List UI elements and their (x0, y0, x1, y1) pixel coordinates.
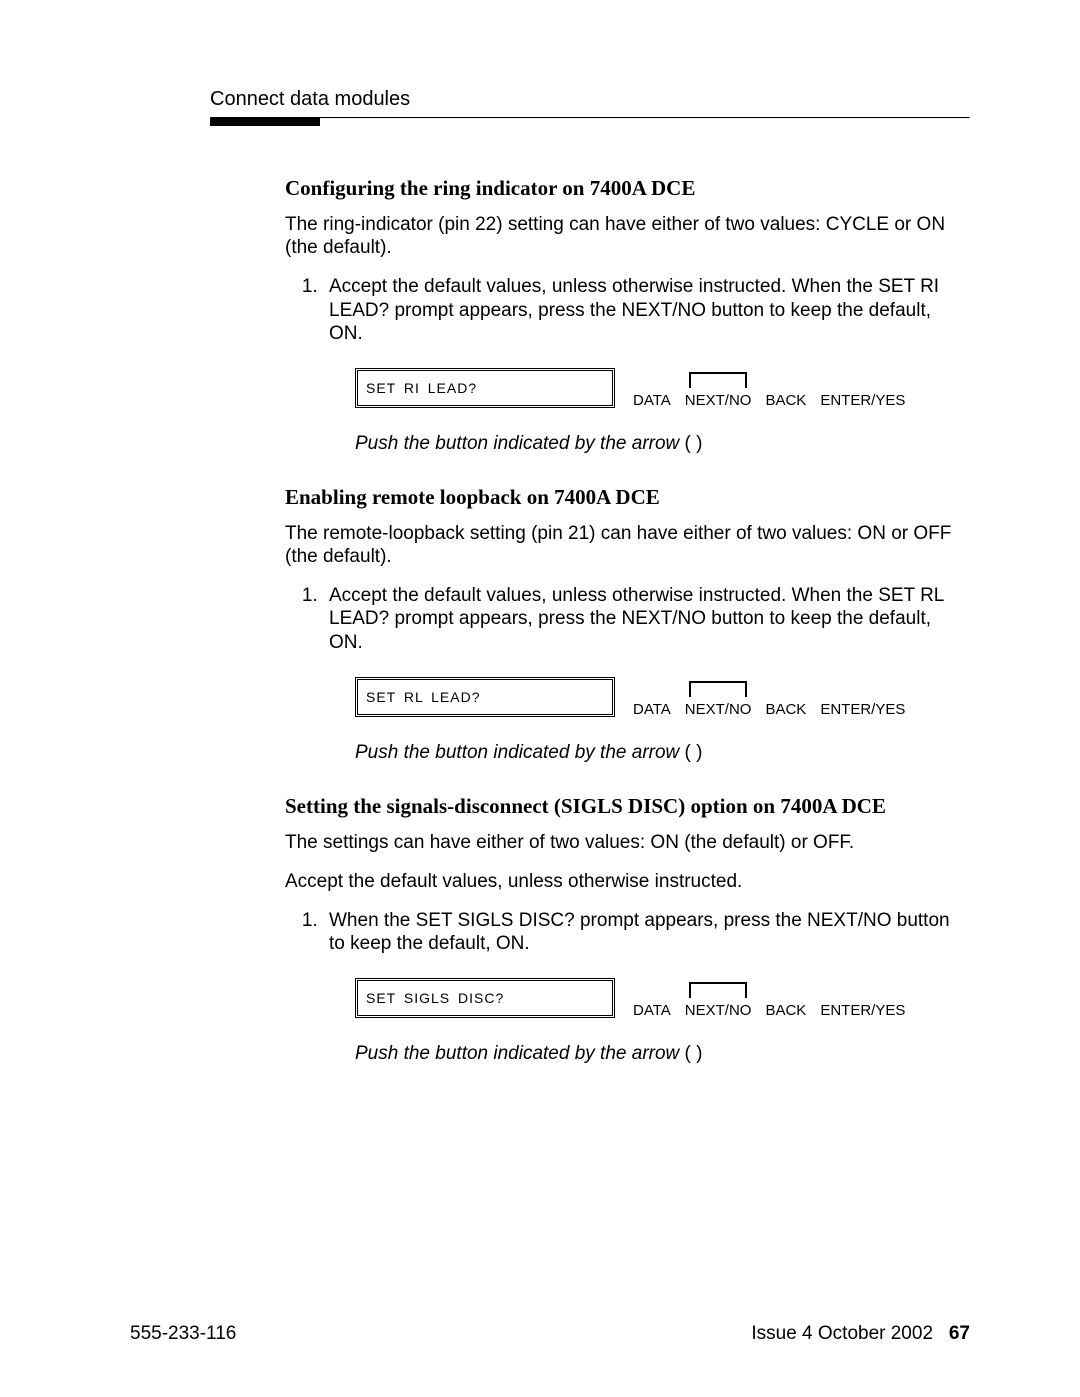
section-pre-step: Accept the default values, unless otherw… (285, 870, 970, 893)
button-nextno: NEXT/NO (685, 367, 752, 409)
button-data: DATA (633, 367, 671, 409)
button-enteryes: ENTER/YES (820, 977, 905, 1019)
section-intro: The settings can have either of two valu… (285, 831, 970, 854)
button-nextno: NEXT/NO (685, 676, 752, 718)
step-list: Accept the default values, unless otherw… (285, 275, 970, 345)
page-footer: 555-233-116 Issue 4 October 2002 67 (130, 1323, 970, 1345)
lcd-display: SET SIGLS DISC? (355, 978, 615, 1018)
bracket-icon (689, 681, 747, 697)
section-title: Setting the signals-disconnect (SIGLS DI… (285, 794, 970, 819)
figure-caption: Push the button indicated by the arrow (… (355, 1043, 970, 1065)
button-enteryes: ENTER/YES (820, 676, 905, 718)
lcd-text: SET SIGLS DISC? (366, 990, 504, 1006)
figure-caption: Push the button indicated by the arrow (… (355, 742, 970, 764)
button-row: DATA NEXT/NO BACK ENTER/YES (633, 977, 905, 1019)
section-title: Enabling remote loopback on 7400A DCE (285, 485, 970, 510)
lcd-display: SET RI LEAD? (355, 368, 615, 408)
lcd-display: SET RL LEAD? (355, 677, 615, 717)
device-figure: SET SIGLS DISC? DATA NEXT/NO BACK ENTER/… (355, 977, 970, 1019)
button-back: BACK (765, 977, 806, 1019)
page-header: Connect data modules (210, 88, 970, 126)
step-list: Accept the default values, unless otherw… (285, 584, 970, 654)
running-head: Connect data modules (210, 88, 970, 111)
button-row: DATA NEXT/NO BACK ENTER/YES (633, 676, 905, 718)
step-item: When the SET SIGLS DISC? prompt appears,… (323, 909, 970, 955)
section-title: Configuring the ring indicator on 7400A … (285, 176, 970, 201)
device-figure: SET RL LEAD? DATA NEXT/NO BACK ENTER/YES (355, 676, 970, 718)
button-nextno: NEXT/NO (685, 977, 752, 1019)
button-back: BACK (765, 367, 806, 409)
step-item: Accept the default values, unless otherw… (323, 584, 970, 654)
header-thick-rule (210, 118, 320, 126)
device-figure: SET RI LEAD? DATA NEXT/NO BACK ENTER/YES (355, 367, 970, 409)
section-intro: The ring-indicator (pin 22) setting can … (285, 213, 970, 259)
page-number: 67 (949, 1323, 970, 1344)
lcd-text: SET RI LEAD? (366, 380, 477, 396)
lcd-text: SET RL LEAD? (366, 689, 481, 705)
doc-number: 555-233-116 (130, 1323, 236, 1345)
section-intro: The remote-loopback setting (pin 21) can… (285, 522, 970, 568)
button-back: BACK (765, 676, 806, 718)
issue-info: Issue 4 October 2002 67 (751, 1323, 970, 1345)
bracket-icon (689, 372, 747, 388)
step-list: When the SET SIGLS DISC? prompt appears,… (285, 909, 970, 955)
bracket-icon (689, 982, 747, 998)
content: Configuring the ring indicator on 7400A … (285, 176, 970, 1065)
page: Connect data modules Configuring the rin… (0, 0, 1080, 1397)
step-item: Accept the default values, unless otherw… (323, 275, 970, 345)
button-data: DATA (633, 676, 671, 718)
button-enteryes: ENTER/YES (820, 367, 905, 409)
header-rule (210, 117, 970, 119)
button-data: DATA (633, 977, 671, 1019)
button-row: DATA NEXT/NO BACK ENTER/YES (633, 367, 905, 409)
figure-caption: Push the button indicated by the arrow (… (355, 433, 970, 455)
